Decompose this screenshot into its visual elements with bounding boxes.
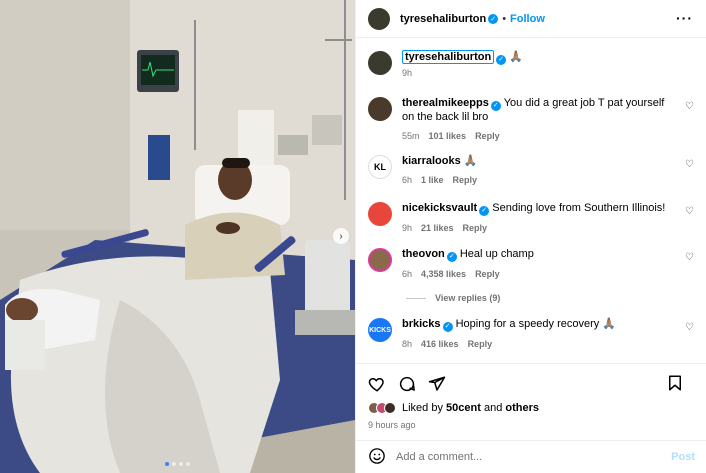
reply-button[interactable]: Reply xyxy=(463,223,488,233)
post-photo[interactable]: › xyxy=(0,0,355,473)
comment-time: 9h xyxy=(402,222,413,233)
verified-badge-icon: ✓ xyxy=(479,205,490,216)
comment-row: KL kiarralooks 🙏🏽 6h 1 like Reply ♡ xyxy=(368,155,700,187)
comment-avatar[interactable]: KL xyxy=(368,155,392,179)
caption: tyresehaliburton ✓ 🙏🏽 9h xyxy=(368,50,700,80)
divider-line xyxy=(406,297,426,299)
reply-button[interactable]: Reply xyxy=(468,339,493,349)
comment-avatar[interactable]: KICKS xyxy=(368,318,392,342)
liker-avatar xyxy=(384,402,396,414)
carousel-indicator xyxy=(0,462,355,466)
verified-badge-icon: ✓ xyxy=(490,100,501,111)
comment-text: Heal up champ xyxy=(459,248,534,260)
comment-username[interactable]: kiarralooks xyxy=(402,155,461,167)
add-comment-bar: Post xyxy=(356,440,706,473)
verified-badge-icon: ✓ xyxy=(446,251,457,262)
heart-icon[interactable]: ♡ xyxy=(685,252,694,263)
comment-likes[interactable]: 416 likes xyxy=(421,339,459,349)
action-bar xyxy=(368,374,696,394)
comment-row: KICKS brkicks ✓ Hoping for a speedy recov… xyxy=(368,318,700,351)
likes-prefix: Liked by xyxy=(402,402,443,414)
likes-summary: Liked by 50cent and others xyxy=(368,402,539,414)
comment-username[interactable]: theovon xyxy=(402,248,445,260)
comment-time: 55m xyxy=(402,130,420,141)
carousel-dot xyxy=(165,462,169,466)
likes-and: and xyxy=(483,402,503,414)
reply-button[interactable]: Reply xyxy=(475,269,500,279)
hospital-photo xyxy=(0,0,355,473)
separator-dot: • xyxy=(502,12,507,25)
comment-text: 🙏🏽 xyxy=(463,155,478,167)
comment-time: 6h xyxy=(402,268,413,279)
chevron-right-icon: › xyxy=(339,230,343,242)
comment-username[interactable]: nicekicksvault xyxy=(402,202,477,214)
likes-text: Liked by 50cent and others xyxy=(402,402,539,414)
carousel-dot xyxy=(179,462,183,466)
emoji-icon[interactable] xyxy=(368,447,386,468)
reply-button[interactable]: Reply xyxy=(453,175,478,185)
comment-likes[interactable]: 1 like xyxy=(421,175,444,185)
verified-badge-icon: ✓ xyxy=(488,13,499,24)
bookmark-icon[interactable] xyxy=(666,374,684,392)
carousel-next-button[interactable]: › xyxy=(333,228,349,244)
caption-avatar[interactable] xyxy=(368,51,392,75)
comments-list[interactable]: tyresehaliburton ✓ 🙏🏽 9h therealmikeepps ✓… xyxy=(356,45,706,363)
view-replies-label: View replies (9) xyxy=(435,293,501,303)
comment-input[interactable] xyxy=(396,451,656,463)
reply-button[interactable]: Reply xyxy=(475,131,500,141)
follow-button[interactable]: Follow xyxy=(510,13,545,25)
view-replies-button[interactable]: View replies (9) xyxy=(406,293,500,303)
comment-time: 8h xyxy=(402,338,413,349)
carousel-dot xyxy=(186,462,190,466)
comment-row: theovon ✓ Heal up champ 6h 4,358 likes Repl… xyxy=(368,248,700,281)
comment-avatar[interactable] xyxy=(368,97,392,121)
comment-row: therealmikeepps ✓ You did a great job T p… xyxy=(368,97,700,143)
comment-likes[interactable]: 21 likes xyxy=(421,223,454,233)
post-header: tyresehaliburton ✓ • Follow ··· xyxy=(356,0,706,38)
author-username[interactable]: tyresehaliburton xyxy=(400,13,486,25)
post-comment-button[interactable]: Post xyxy=(671,451,695,463)
comment-username[interactable]: brkicks xyxy=(402,318,441,330)
comment-row: nicekicksvault ✓ Sending love from Southe… xyxy=(368,202,700,235)
comment-text: Sending love from Southern Illinois! xyxy=(492,202,666,214)
heart-icon[interactable]: ♡ xyxy=(685,159,694,170)
author-avatar[interactable] xyxy=(368,7,390,30)
heart-icon[interactable]: ♡ xyxy=(685,101,694,112)
heart-icon[interactable]: ♡ xyxy=(685,206,694,217)
comment-likes[interactable]: 101 likes xyxy=(429,131,467,141)
verified-badge-icon: ✓ xyxy=(496,54,507,65)
comment-username[interactable]: therealmikeepps xyxy=(402,97,489,109)
post-side-panel: tyresehaliburton ✓ • Follow ··· tyreseha… xyxy=(355,0,706,473)
post-actions: Liked by 50cent and others 9 hours ago xyxy=(356,363,706,440)
like-heart-icon[interactable] xyxy=(368,375,386,393)
more-horizontal-icon[interactable]: ··· xyxy=(676,10,693,26)
share-icon[interactable] xyxy=(428,375,446,393)
comment-avatar[interactable] xyxy=(368,202,392,226)
comment-text: Hoping for a speedy recovery 🙏🏽 xyxy=(455,318,617,330)
likes-others-link[interactable]: others xyxy=(505,402,539,414)
heart-icon[interactable]: ♡ xyxy=(685,322,694,333)
caption-username[interactable]: tyresehaliburton xyxy=(402,50,495,64)
comment-avatar[interactable] xyxy=(368,248,392,272)
comment-time: 6h xyxy=(402,175,413,185)
post-timestamp: 9 hours ago xyxy=(368,420,416,430)
liker-username[interactable]: 50cent xyxy=(446,402,481,414)
carousel-dot xyxy=(172,462,176,466)
caption-time: 9h xyxy=(402,67,413,78)
verified-badge-icon: ✓ xyxy=(442,321,453,332)
caption-text: 🙏🏽 xyxy=(509,51,523,63)
comment-likes[interactable]: 4,358 likes xyxy=(421,269,466,279)
comment-icon[interactable] xyxy=(398,375,416,393)
